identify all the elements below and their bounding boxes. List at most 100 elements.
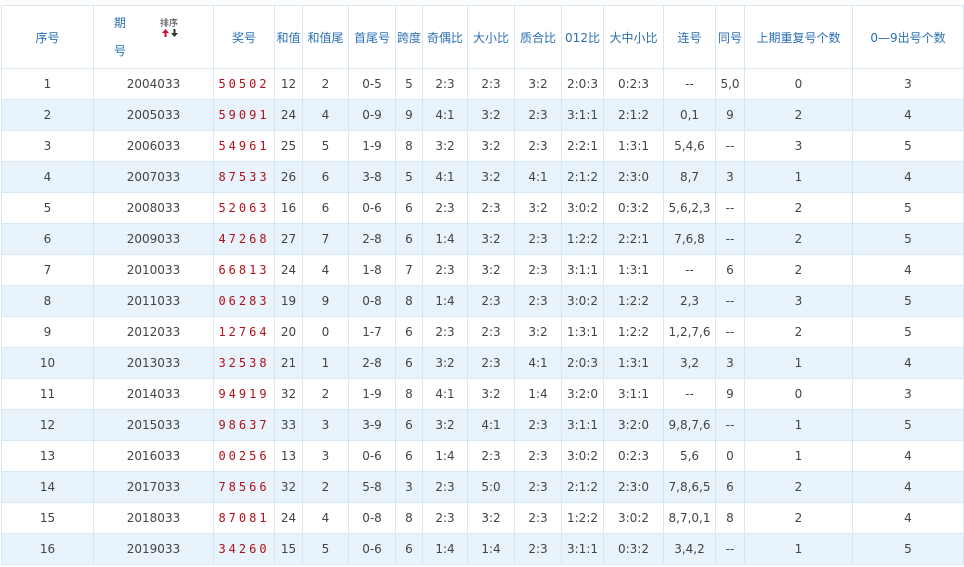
cell-number: 87081	[213, 502, 275, 534]
cell-number: 50502	[213, 68, 275, 100]
cell-big-mid-small: 1:3:1	[603, 254, 664, 286]
cell-index: 11	[1, 378, 94, 410]
winning-number: 50502	[218, 77, 270, 91]
cell-period: 2017033	[93, 471, 214, 503]
cell-digits-0-9: 5	[852, 223, 964, 255]
header-period-bottom: 号	[114, 44, 127, 58]
cell-sum: 26	[274, 161, 303, 193]
cell-big-mid-small: 1:3:1	[603, 347, 664, 379]
cell-number: 54961	[213, 130, 275, 162]
cell-prime-composite: 2:3	[514, 254, 562, 286]
cell-sum: 24	[274, 502, 303, 534]
cell-odd-even: 4:1	[422, 99, 468, 131]
table-header-row: 序号 期 号 排序 奖号 和值 和值尾 首尾号 跨度 奇偶比 大小比 质合比 0…	[1, 5, 964, 69]
cell-big-mid-small: 2:3:0	[603, 471, 664, 503]
cell-consecutive: 8,7	[663, 161, 716, 193]
cell-big-mid-small: 2:2:1	[603, 223, 664, 255]
header-odd-even: 奇偶比	[422, 5, 468, 69]
cell-odd-even: 2:3	[422, 254, 468, 286]
cell-big-mid-small: 0:3:2	[603, 192, 664, 224]
cell-sum: 20	[274, 316, 303, 348]
cell-big-mid-small: 1:2:2	[603, 316, 664, 348]
table-row: 11 2014033 94919 32 2 1-9 8 4:1 3:2 1:4 3:2:0 3:1:1…	[1, 378, 964, 410]
sort-down-arrow-icon	[171, 29, 178, 37]
cell-span: 9	[395, 99, 423, 131]
cell-same: 6	[715, 471, 745, 503]
cell-mod012: 1:2:2	[561, 502, 604, 534]
table-row: 8 2011033 06283 19 9 0-8 8 1:4 2:3 2:3 3:0:2 1:2:2 2…	[1, 285, 964, 317]
cell-big-small: 3:2	[467, 130, 515, 162]
cell-span: 8	[395, 130, 423, 162]
cell-span: 3	[395, 471, 423, 503]
cell-sum: 13	[274, 440, 303, 472]
cell-sum: 24	[274, 254, 303, 286]
cell-index: 15	[1, 502, 94, 534]
sort-arrows-icon[interactable]	[161, 28, 179, 38]
winning-number: 54961	[218, 139, 270, 153]
cell-consecutive: 7,6,8	[663, 223, 716, 255]
header-mod012: 012比	[561, 5, 604, 69]
cell-sum-tail: 2	[302, 471, 349, 503]
cell-prime-composite: 2:3	[514, 130, 562, 162]
cell-sum-tail: 4	[302, 254, 349, 286]
winning-number: 87081	[218, 511, 270, 525]
cell-index: 14	[1, 471, 94, 503]
cell-period: 2004033	[93, 68, 214, 100]
cell-big-mid-small: 0:2:3	[603, 68, 664, 100]
winning-number: 78566	[218, 480, 270, 494]
cell-mod012: 1:2:2	[561, 223, 604, 255]
cell-number: 59091	[213, 99, 275, 131]
cell-digits-0-9: 4	[852, 347, 964, 379]
cell-big-mid-small: 1:3:1	[603, 130, 664, 162]
cell-sum-tail: 3	[302, 409, 349, 441]
cell-sum: 15	[274, 533, 303, 565]
cell-big-small: 2:3	[467, 68, 515, 100]
cell-big-small: 5:0	[467, 471, 515, 503]
cell-digits-0-9: 5	[852, 409, 964, 441]
cell-first-last: 1-7	[348, 316, 396, 348]
cell-consecutive: 3,4,2	[663, 533, 716, 565]
cell-index: 4	[1, 161, 94, 193]
cell-mod012: 3:1:1	[561, 254, 604, 286]
cell-big-mid-small: 3:0:2	[603, 502, 664, 534]
cell-big-mid-small: 2:3:0	[603, 161, 664, 193]
cell-span: 6	[395, 223, 423, 255]
cell-index: 7	[1, 254, 94, 286]
cell-digits-0-9: 5	[852, 533, 964, 565]
winning-number: 00256	[218, 449, 270, 463]
table-row: 14 2017033 78566 32 2 5-8 3 2:3 5:0 2:3 2:1:2 2:3:0…	[1, 471, 964, 503]
cell-index: 8	[1, 285, 94, 317]
winning-number: 98637	[218, 418, 270, 432]
cell-period: 2018033	[93, 502, 214, 534]
cell-period: 2014033	[93, 378, 214, 410]
cell-mod012: 2:2:1	[561, 130, 604, 162]
cell-first-last: 2-8	[348, 223, 396, 255]
table-row: 16 2019033 34260 15 5 0-6 6 1:4 1:4 2:3 3:1:1 0:3:2…	[1, 533, 964, 565]
cell-big-small: 3:2	[467, 223, 515, 255]
cell-same: 9	[715, 99, 745, 131]
cell-odd-even: 2:3	[422, 502, 468, 534]
cell-mod012: 2:1:2	[561, 161, 604, 193]
cell-prime-composite: 4:1	[514, 161, 562, 193]
cell-digits-0-9: 4	[852, 254, 964, 286]
cell-same: --	[715, 223, 745, 255]
winning-number: 94919	[218, 387, 270, 401]
cell-sum: 32	[274, 471, 303, 503]
cell-first-last: 0-5	[348, 68, 396, 100]
table-row: 5 2008033 52063 16 6 0-6 6 2:3 2:3 3:2 3:0:2 0:3:2 5…	[1, 192, 964, 224]
cell-repeat-prev: 2	[744, 254, 853, 286]
cell-odd-even: 4:1	[422, 161, 468, 193]
cell-sum: 27	[274, 223, 303, 255]
cell-index: 5	[1, 192, 94, 224]
cell-odd-even: 3:2	[422, 409, 468, 441]
cell-repeat-prev: 1	[744, 409, 853, 441]
cell-repeat-prev: 1	[744, 161, 853, 193]
table-row: 3 2006033 54961 25 5 1-9 8 3:2 3:2 2:3 2:2:1 1:3:1 5…	[1, 130, 964, 162]
cell-period: 2007033	[93, 161, 214, 193]
winning-number: 87533	[218, 170, 270, 184]
cell-digits-0-9: 4	[852, 161, 964, 193]
cell-period: 2010033	[93, 254, 214, 286]
table-row: 15 2018033 87081 24 4 0-8 8 2:3 3:2 2:3 1:2:2 3:0:2…	[1, 502, 964, 534]
cell-index: 13	[1, 440, 94, 472]
cell-big-mid-small: 0:2:3	[603, 440, 664, 472]
